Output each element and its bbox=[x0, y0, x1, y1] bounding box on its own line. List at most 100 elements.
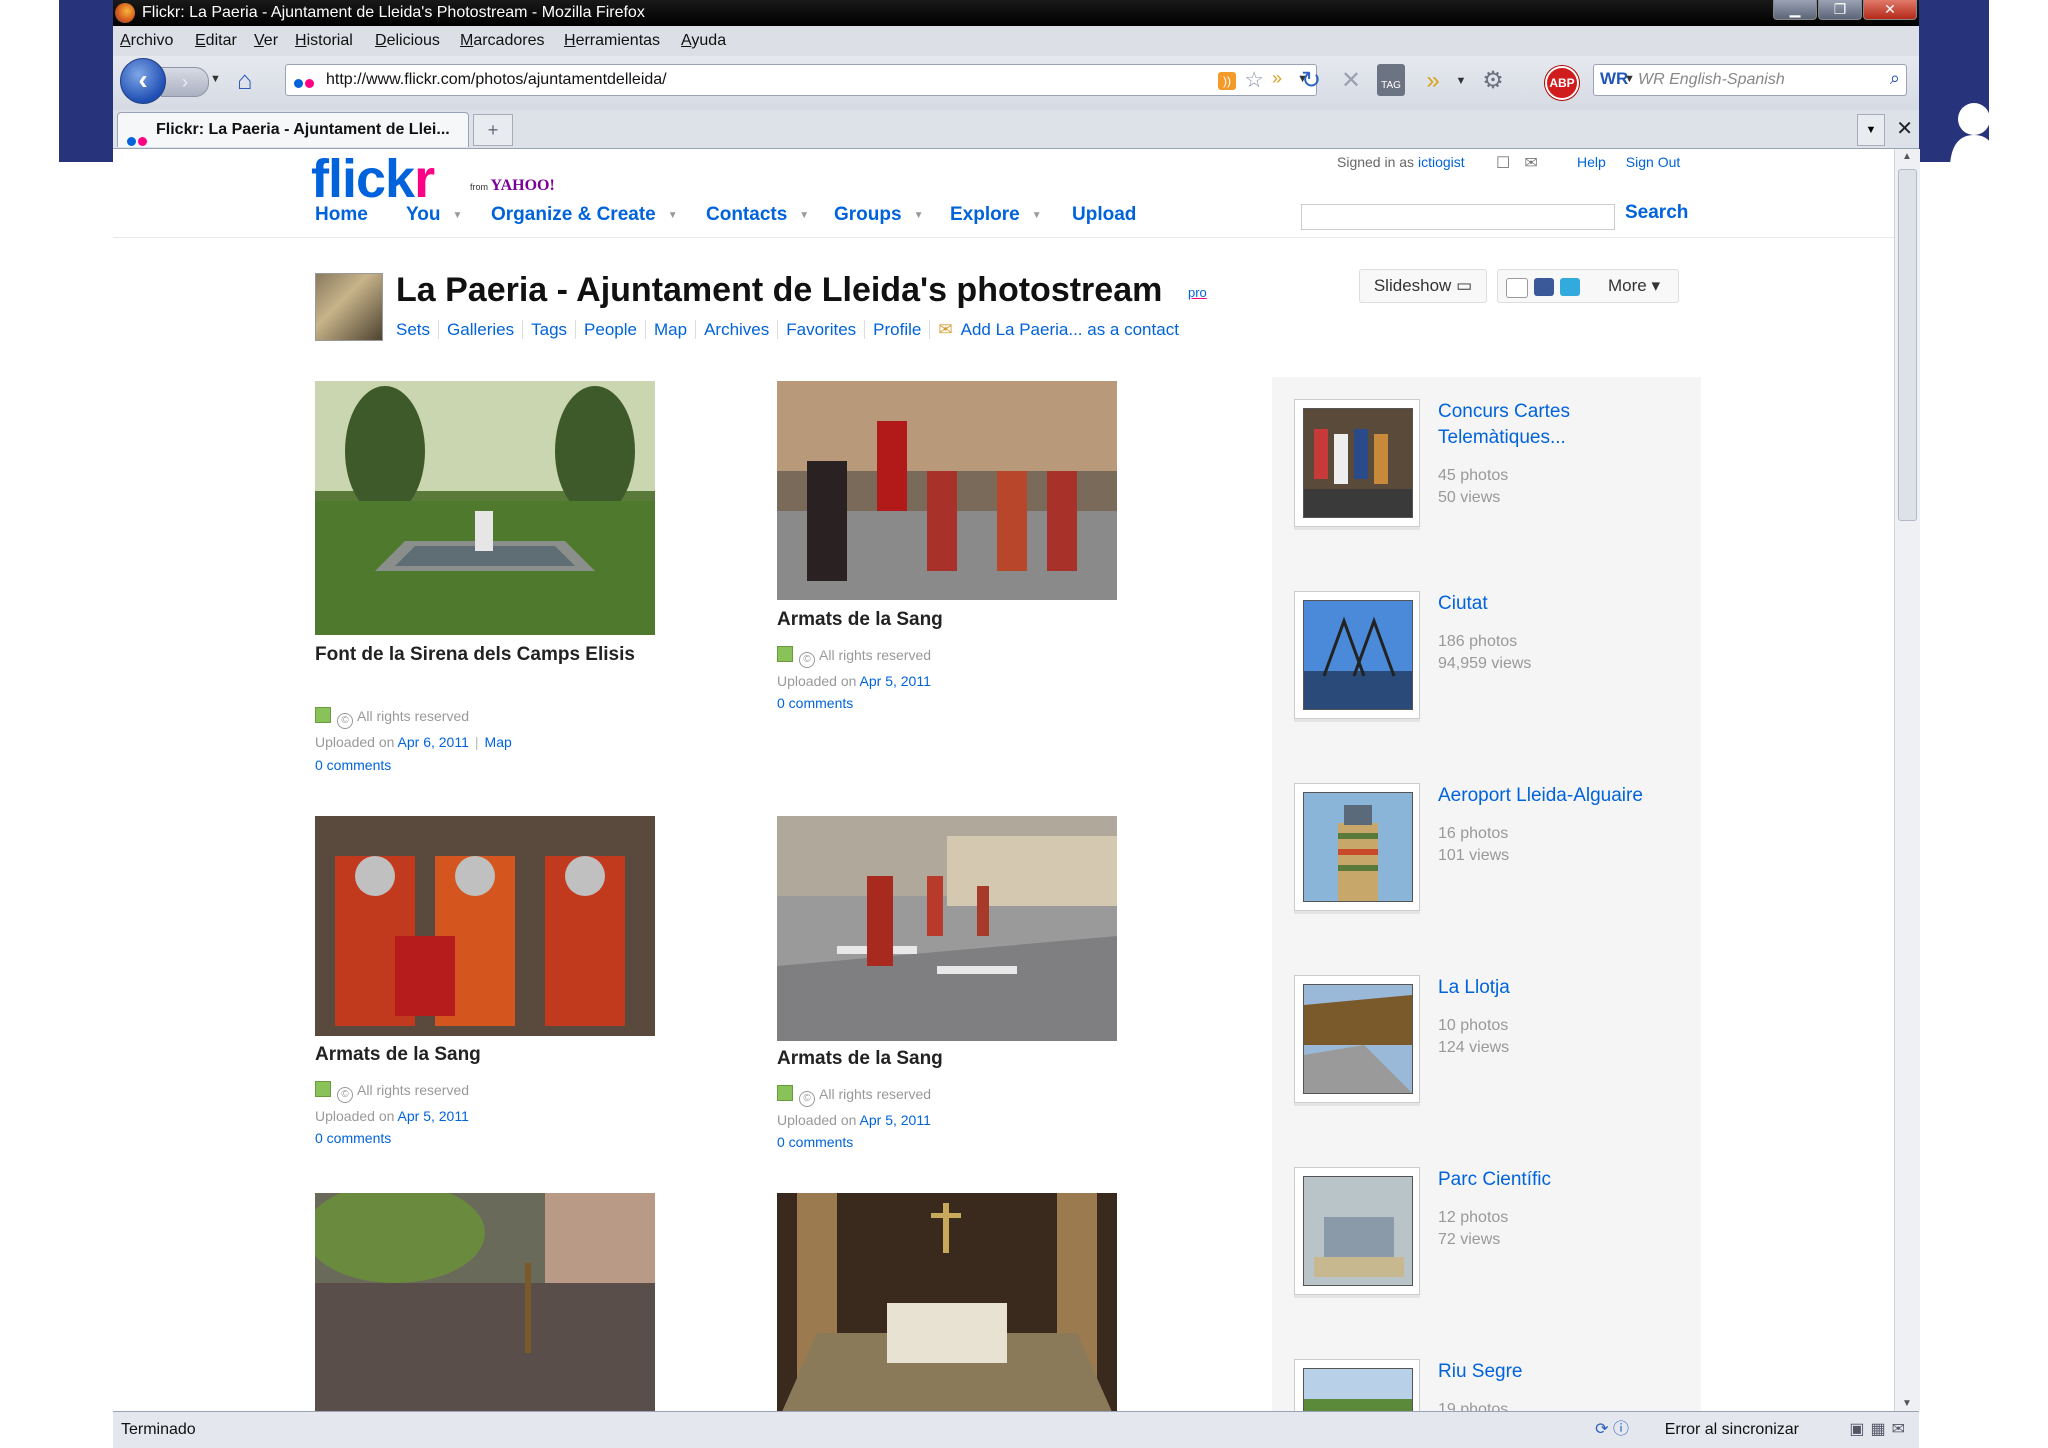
subnav-tags[interactable]: Tags bbox=[531, 320, 577, 339]
vertical-scrollbar[interactable]: ▲ ▼ bbox=[1894, 149, 1920, 1411]
menu-historial[interactable]: Historial bbox=[295, 26, 353, 56]
upload-date-link[interactable]: Apr 6, 2011 bbox=[398, 734, 469, 750]
envelope-icon[interactable]: ✉ bbox=[938, 320, 952, 339]
history-dropdown-icon[interactable]: ▼ bbox=[210, 73, 221, 85]
set-thumbnail[interactable] bbox=[1294, 1359, 1420, 1411]
wordreference-search-box[interactable]: WR ▼ WR English-Spanish ⌕ bbox=[1593, 64, 1907, 96]
nav-upload[interactable]: Upload bbox=[1072, 204, 1136, 226]
chat-icon[interactable]: ☐ bbox=[1496, 155, 1524, 172]
flickr-search-input[interactable] bbox=[1301, 204, 1615, 230]
more-button[interactable]: More ▾ bbox=[1608, 270, 1660, 302]
delicious-chevron-icon[interactable]: » bbox=[1272, 68, 1282, 89]
mail-status-icon[interactable]: ✉ bbox=[1892, 1421, 1911, 1438]
set-name[interactable]: Ciutat bbox=[1438, 591, 1678, 617]
subnav-map[interactable]: Map bbox=[653, 320, 697, 339]
set-name[interactable]: Riu Segre bbox=[1438, 1359, 1678, 1385]
chevron-down-icon[interactable]: ▼ bbox=[799, 210, 809, 221]
menu-ver[interactable]: Ver bbox=[254, 26, 278, 56]
add-contact-link[interactable]: Add La Paeria... as a contact bbox=[961, 320, 1187, 339]
comments-link[interactable]: 0 comments bbox=[777, 1134, 853, 1150]
scroll-down-icon[interactable]: ▼ bbox=[1902, 1398, 1912, 1409]
forward-button[interactable]: › bbox=[161, 67, 209, 97]
close-window-button[interactable]: ✕ bbox=[1863, 0, 1917, 20]
delicious-bookmarks-icon[interactable]: » bbox=[1419, 67, 1447, 95]
photo-thumbnail[interactable] bbox=[315, 816, 655, 1036]
tab-flickr[interactable]: Flickr: La Paeria - Ajuntament de Llei..… bbox=[117, 112, 469, 147]
map-link[interactable]: Map bbox=[485, 734, 512, 750]
photo-thumbnail[interactable] bbox=[315, 381, 655, 635]
photo-title[interactable]: Armats de la Sang bbox=[777, 1046, 1117, 1072]
menu-editar[interactable]: Editar bbox=[195, 26, 237, 56]
chevron-down-icon[interactable]: ▼ bbox=[1032, 210, 1042, 221]
chevron-down-icon[interactable]: ▼ bbox=[914, 210, 924, 221]
photo-thumbnail[interactable] bbox=[777, 1193, 1117, 1411]
nav-home[interactable]: Home bbox=[315, 204, 368, 226]
grid-icon[interactable]: ▦ bbox=[1870, 1421, 1891, 1438]
nav-organize[interactable]: Organize & Create ▼ bbox=[491, 204, 678, 226]
set-name[interactable]: Concurs Cartes Telemàtiques... bbox=[1438, 399, 1678, 451]
wordreference-dropdown-icon[interactable]: ▼ bbox=[1624, 73, 1635, 85]
set-thumbnail[interactable] bbox=[1294, 975, 1420, 1103]
set-thumbnail[interactable] bbox=[1294, 783, 1420, 911]
comments-link[interactable]: 0 comments bbox=[777, 695, 853, 711]
comments-link[interactable]: 0 comments bbox=[315, 757, 391, 773]
tab-list-button[interactable]: ▼ bbox=[1857, 114, 1885, 146]
nav-contacts[interactable]: Contacts ▼ bbox=[706, 204, 809, 226]
twitter-icon[interactable] bbox=[1560, 278, 1580, 296]
upload-date-link[interactable]: Apr 5, 2011 bbox=[398, 1108, 469, 1124]
photo-title[interactable]: Armats de la Sang bbox=[315, 1042, 655, 1068]
bookmark-star-icon[interactable]: ☆ bbox=[1244, 67, 1264, 93]
subnav-people[interactable]: People bbox=[584, 320, 646, 339]
nav-explore[interactable]: Explore ▼ bbox=[950, 204, 1042, 226]
email-share-icon[interactable] bbox=[1506, 278, 1528, 298]
subnav-archives[interactable]: Archives bbox=[704, 320, 779, 339]
set-name[interactable]: Parc Científic bbox=[1438, 1167, 1678, 1193]
nav-groups[interactable]: Groups ▼ bbox=[834, 204, 923, 226]
url-text[interactable]: http://www.flickr.com/photos/ajuntamentd… bbox=[326, 65, 667, 95]
menu-delicious[interactable]: Delicious bbox=[375, 26, 440, 56]
set-name[interactable]: La Llotja bbox=[1438, 975, 1678, 1001]
tag-icon[interactable]: TAG bbox=[1377, 64, 1405, 96]
chevron-down-icon[interactable]: ▼ bbox=[668, 210, 678, 221]
addon-icon[interactable]: ▣ bbox=[1849, 1421, 1870, 1438]
extension-icon[interactable]: ⚙ bbox=[1479, 67, 1507, 95]
menu-ayuda[interactable]: Ayuda bbox=[681, 26, 726, 56]
sync-status[interactable]: Error al sincronizar bbox=[1665, 1412, 1799, 1448]
comments-link[interactable]: 0 comments bbox=[315, 1130, 391, 1146]
close-tab-icon[interactable]: ✕ bbox=[1896, 116, 1913, 141]
photo-thumbnail[interactable] bbox=[777, 381, 1117, 600]
buddy-icon[interactable] bbox=[315, 273, 383, 341]
nav-you[interactable]: You ▼ bbox=[406, 204, 462, 226]
facebook-icon[interactable] bbox=[1534, 278, 1554, 296]
sync-icon[interactable]: ⟳ ⓘ bbox=[1595, 1412, 1629, 1448]
photo-thumbnail[interactable] bbox=[315, 1193, 655, 1411]
adblock-plus-icon[interactable]: ABP bbox=[1545, 66, 1579, 100]
pro-badge[interactable]: pro bbox=[1188, 285, 1207, 300]
stop-icon[interactable]: ✕ bbox=[1337, 67, 1365, 95]
toolbar-dropdown-icon[interactable]: ▼ bbox=[1447, 67, 1475, 95]
menu-herramientas[interactable]: Herramientas bbox=[564, 26, 660, 56]
flickr-logo[interactable]: flickr bbox=[311, 149, 435, 209]
subnav-profile[interactable]: Profile bbox=[873, 320, 931, 339]
minimize-button[interactable]: ▁ bbox=[1773, 0, 1817, 20]
menu-marcadores[interactable]: Marcadores bbox=[460, 26, 544, 56]
set-thumbnail[interactable] bbox=[1294, 1167, 1420, 1295]
rss-feed-icon[interactable]: )) bbox=[1218, 72, 1236, 90]
sign-out-link[interactable]: Sign Out bbox=[1626, 154, 1680, 170]
scroll-up-icon[interactable]: ▲ bbox=[1902, 151, 1912, 162]
photo-title[interactable]: Armats de la Sang bbox=[777, 607, 1117, 633]
slideshow-button[interactable]: Slideshow ▭ bbox=[1359, 269, 1487, 303]
search-button[interactable]: Search bbox=[1625, 202, 1688, 224]
new-tab-button[interactable]: + bbox=[473, 114, 513, 146]
help-link[interactable]: Help bbox=[1577, 154, 1606, 170]
scrollbar-thumb[interactable] bbox=[1898, 169, 1917, 521]
search-magnifier-icon[interactable]: ⌕ bbox=[1890, 68, 1900, 89]
subnav-favorites[interactable]: Favorites bbox=[786, 320, 866, 339]
subnav-sets[interactable]: Sets bbox=[396, 320, 440, 339]
chevron-down-icon[interactable]: ▼ bbox=[452, 210, 462, 221]
photo-thumbnail[interactable] bbox=[777, 816, 1117, 1041]
photo-title[interactable]: Font de la Sirena dels Camps Elisis bbox=[315, 642, 655, 668]
back-button[interactable]: ‹ bbox=[120, 58, 166, 104]
menu-archivo[interactable]: Archivo bbox=[120, 26, 173, 56]
url-bar[interactable]: http://www.flickr.com/photos/ajuntamentd… bbox=[285, 64, 1317, 96]
